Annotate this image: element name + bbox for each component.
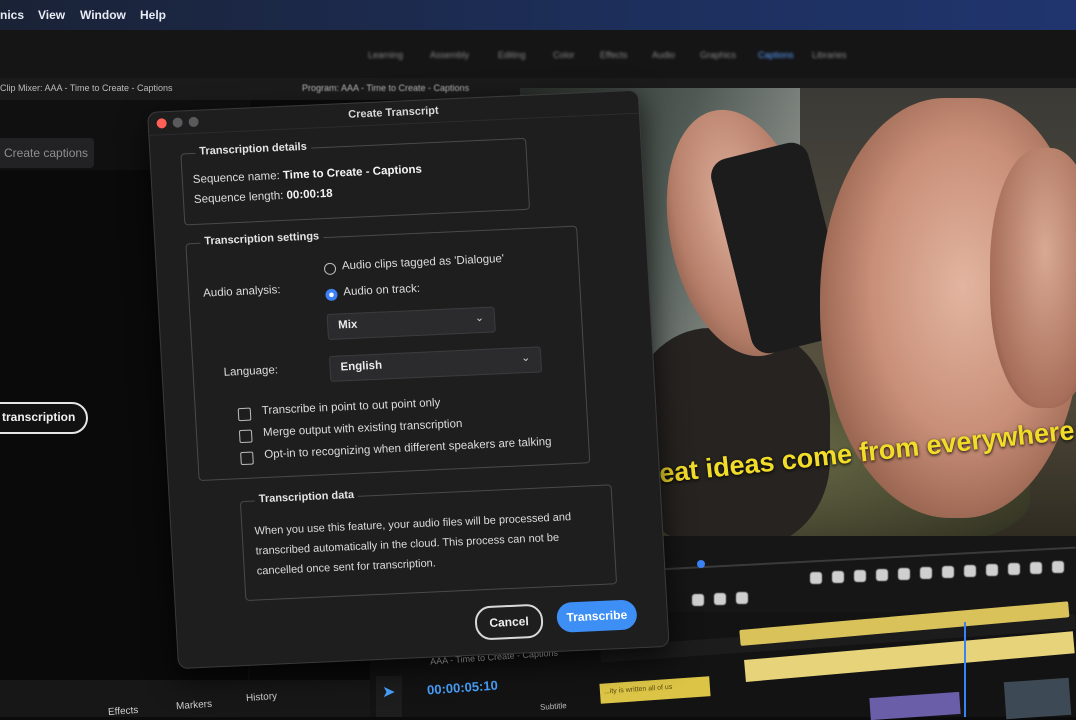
track-select-value: Mix xyxy=(337,318,358,332)
create-transcription-button[interactable]: transcription xyxy=(0,402,88,434)
radio-dialogue-clips[interactable] xyxy=(323,262,337,276)
create-transcription-label: transcription xyxy=(2,410,76,424)
tab-create-captions-label: Create captions xyxy=(4,146,89,160)
checkbox-in-out-label[interactable]: Transcribe in point to out point only xyxy=(262,397,441,417)
chevron-down-icon: ⌄ xyxy=(474,311,485,325)
step-back-icon[interactable] xyxy=(876,569,888,581)
sequence-name-row: Sequence name: Time to Create - Captions xyxy=(193,164,423,186)
radio-audio-on-track-label[interactable]: Audio on track: xyxy=(343,283,420,298)
language-select[interactable]: English ⌄ xyxy=(328,346,543,382)
sequence-name-value: Time to Create - Captions xyxy=(282,163,423,182)
transcription-details-legend: Transcription details xyxy=(194,140,312,158)
workspace-editing[interactable]: Editing xyxy=(498,50,526,60)
extract-icon[interactable] xyxy=(986,564,998,576)
tools-panel: ➤ xyxy=(376,676,402,717)
audio-analysis-label: Audio analysis: xyxy=(202,284,281,300)
transcription-data-legend: Transcription data xyxy=(254,488,359,506)
tab-markers[interactable]: Markers xyxy=(176,699,213,712)
transcription-data-group: Transcription data When you use this fea… xyxy=(239,484,618,602)
mark-out-icon[interactable] xyxy=(832,571,844,583)
timeline-playhead[interactable] xyxy=(964,622,966,717)
workspace-graphics[interactable]: Graphics xyxy=(700,50,736,60)
menu-graphics[interactable]: nics xyxy=(0,8,24,22)
workspace-assembly[interactable]: Assembly xyxy=(430,50,469,60)
data-notice-line-2: transcribed automatically in the cloud. … xyxy=(255,531,560,558)
transcription-details-group: Transcription details Sequence name: Tim… xyxy=(180,137,531,226)
checkbox-in-out[interactable] xyxy=(237,407,252,422)
sequence-length-label: Sequence length: xyxy=(193,189,284,206)
checkbox-speakers[interactable] xyxy=(240,451,254,466)
workspaces-bar: Learning Assembly Editing Color Effects … xyxy=(0,30,1076,82)
create-transcript-dialog: Create Transcript Transcription details … xyxy=(147,89,670,670)
tab-effects[interactable]: Effects xyxy=(108,705,139,718)
checkbox-speakers-label[interactable]: Opt-in to recognizing when different spe… xyxy=(264,436,552,461)
bottom-panel-tabs: Effects Markers History xyxy=(0,680,370,718)
lift-icon[interactable] xyxy=(964,565,976,577)
go-to-out-icon[interactable] xyxy=(942,566,954,578)
sequence-name-label: Sequence name: xyxy=(192,170,281,186)
chevron-down-icon: ⌄ xyxy=(520,351,531,365)
subtitle-track-label: Subtitle xyxy=(539,701,567,712)
video-hand-right xyxy=(990,148,1076,408)
workspace-effects[interactable]: Effects xyxy=(600,50,627,60)
add-button-icon[interactable] xyxy=(1052,561,1064,573)
step-forward-icon[interactable] xyxy=(920,567,932,579)
transcription-settings-legend: Transcription settings xyxy=(199,230,324,248)
tab-clip-mixer[interactable]: Clip Mixer: AAA - Time to Create - Capti… xyxy=(0,83,173,93)
go-to-in-icon[interactable] xyxy=(854,570,866,582)
wrench-icon[interactable] xyxy=(736,592,748,604)
workspace-audio[interactable]: Audio xyxy=(652,50,675,60)
data-notice-line-3: cancelled once sent for transcription. xyxy=(256,557,437,578)
menu-bar: nics View Window Help xyxy=(0,0,1076,30)
video-clip-thumbnail[interactable] xyxy=(1003,677,1072,720)
playhead-handle[interactable] xyxy=(697,560,705,568)
menu-view[interactable]: View xyxy=(38,8,65,22)
settings-icon[interactable] xyxy=(1030,562,1042,574)
tab-history[interactable]: History xyxy=(246,691,278,704)
toggle-proxy-icon[interactable] xyxy=(692,594,704,606)
transcription-settings-group: Transcription settings Audio analysis: A… xyxy=(185,225,591,482)
language-select-value: English xyxy=(340,359,383,374)
menu-window[interactable]: Window xyxy=(80,8,126,22)
language-label: Language: xyxy=(223,364,279,379)
checkbox-merge-label[interactable]: Merge output with existing transcription xyxy=(263,418,463,439)
track-select[interactable]: Mix ⌄ xyxy=(326,306,496,341)
cancel-button[interactable]: Cancel xyxy=(474,603,544,641)
workspace-color[interactable]: Color xyxy=(553,50,575,60)
sequence-length-value: 00:00:18 xyxy=(286,187,333,202)
menu-help[interactable]: Help xyxy=(140,8,166,22)
tab-program-monitor[interactable]: Program: AAA - Time to Create - Captions xyxy=(302,83,469,93)
marker-icon[interactable] xyxy=(714,593,726,605)
radio-dialogue-clips-label[interactable]: Audio clips tagged as 'Dialogue' xyxy=(342,253,505,272)
export-frame-icon[interactable] xyxy=(1008,563,1020,575)
workspace-libraries[interactable]: Libraries xyxy=(812,50,847,60)
selection-tool-icon[interactable]: ➤ xyxy=(382,682,395,702)
play-icon[interactable] xyxy=(898,568,910,580)
workspace-learning[interactable]: Learning xyxy=(368,50,403,60)
sequence-length-row: Sequence length: 00:00:18 xyxy=(194,188,333,206)
mark-in-icon[interactable] xyxy=(810,572,822,584)
radio-audio-on-track[interactable] xyxy=(325,288,338,302)
checkbox-merge[interactable] xyxy=(238,429,253,444)
transcribe-button[interactable]: Transcribe xyxy=(556,599,638,633)
caption-clip-text: ...ity is written all of us xyxy=(603,683,673,696)
tab-create-captions[interactable]: Create captions xyxy=(0,138,94,168)
workspace-captions[interactable]: Captions xyxy=(758,50,794,60)
